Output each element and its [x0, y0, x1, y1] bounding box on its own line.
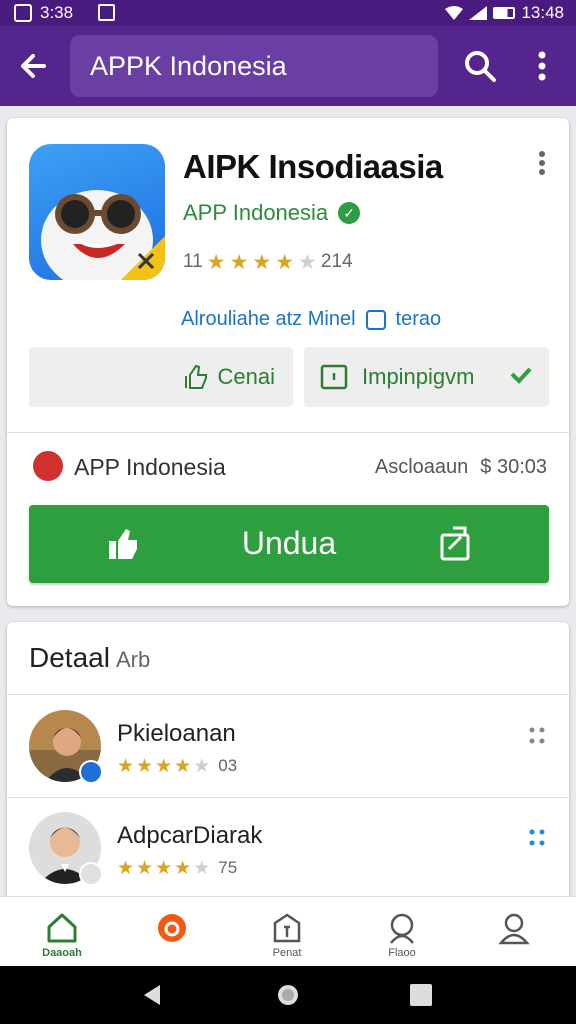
account-icon [498, 913, 530, 945]
review-count: 75 [218, 858, 238, 877]
review-row[interactable]: AdpcarDiarak ★ ★ ★ ★ ★ 75 [7, 798, 569, 898]
rating-count: 214 [320, 251, 353, 272]
home-icon [47, 913, 77, 943]
star-icon: ★ [206, 250, 226, 274]
status-clock: 13:48 [521, 3, 564, 22]
app-link-extra: terao [395, 308, 442, 330]
verified-icon: ✓ [338, 202, 361, 224]
download-label: Undua [241, 525, 337, 561]
publisher-name[interactable]: APP Indonesia [74, 454, 226, 481]
star-half-icon: ★ [174, 857, 192, 879]
check-icon [510, 367, 532, 384]
badge-icon [79, 862, 103, 886]
reviewer-name: AdpcarDiarak [117, 822, 263, 849]
thumb-icon [184, 364, 207, 389]
developer-row[interactable]: APP Indonesia ✓ [183, 200, 361, 226]
star-icon: ★ [275, 250, 295, 274]
publisher-meta: Ascloaaun $ 30:03 [375, 456, 547, 479]
nav-search[interactable]: Flaoo [352, 897, 452, 967]
review-rating: ★ ★ ★ ★ ★ 03 [117, 756, 237, 776]
star-empty-icon: ★ [193, 755, 211, 777]
app-link[interactable]: Alrouliahe atz Minel terao [181, 308, 441, 331]
app-rating: 11 ★ ★ ★ ★ ★ 214 [183, 251, 353, 273]
star-empty-icon: ★ [298, 250, 317, 274]
details-title-text: Detaal [29, 642, 110, 673]
star-icon: ★ [136, 857, 154, 879]
system-recents-icon[interactable] [410, 984, 432, 1006]
apps-icon [273, 913, 301, 943]
back-arrow-icon[interactable] [16, 48, 52, 84]
system-home-icon[interactable] [276, 983, 300, 1007]
search-input[interactable]: APPK Indonesia [70, 35, 438, 97]
cancel-button[interactable]: Cenai [29, 347, 293, 407]
download-button[interactable]: Undua [29, 505, 549, 583]
nav-home-label: Daaoah [42, 947, 82, 959]
install-label: Impinpigvm [362, 364, 475, 389]
badge-icon [79, 760, 103, 784]
review-row[interactable]: Pkieloanan ★ ★ ★ ★ ★ 03 [7, 696, 569, 796]
divider [7, 694, 569, 695]
games-icon [158, 914, 186, 942]
app-card: AIPK Insodiaasia APP Indonesia ✓ 11 ★ ★ … [7, 118, 569, 606]
search-person-icon [390, 913, 414, 944]
share-box-icon [440, 526, 470, 561]
status-right: 13:48 [445, 3, 564, 23]
star-icon: ★ [136, 755, 154, 777]
status-time: 3:38 [40, 3, 74, 22]
star-icon: ★ [155, 755, 173, 777]
app-link-text: Alrouliahe atz Minel [181, 308, 356, 330]
search-query: APPK Indonesia [90, 51, 287, 81]
details-title: Detaal Arb [29, 642, 150, 674]
star-empty-icon: ★ [193, 857, 211, 879]
developer-name: APP Indonesia [183, 200, 329, 225]
reviewer-name: Pkieloanan [117, 720, 236, 747]
nav-search-label: Flaoo [388, 947, 416, 959]
wifi-icon [445, 6, 464, 20]
details-subtitle: Arb [115, 647, 151, 672]
details-card: Detaal Arb Pkieloanan ★ ★ ★ ★ ★ 03 Adpca… [7, 622, 569, 922]
app-title: AIPK Insodiaasia [183, 148, 443, 185]
more-vert-icon[interactable] [528, 48, 556, 84]
star-icon: ★ [252, 250, 272, 274]
review-rating: ★ ★ ★ ★ ★ 75 [117, 858, 237, 878]
install-icon [320, 364, 348, 390]
nav-home[interactable]: Daaoah [12, 897, 112, 967]
battery-icon [493, 7, 516, 19]
app-icon[interactable] [29, 144, 165, 280]
system-back-icon[interactable] [140, 983, 164, 1007]
nav-apps[interactable]: Penat [237, 897, 337, 967]
nav-games[interactable] [122, 897, 222, 967]
star-icon: ★ [229, 250, 249, 274]
install-button[interactable]: Impinpigvm [304, 347, 549, 407]
bottom-navigation: Daaoah Penat Flaoo [0, 896, 576, 966]
system-navigation [0, 966, 576, 1024]
rating-prefix: 11 [183, 251, 203, 272]
status-bar: 3:38 13:48 [0, 0, 576, 26]
search-icon[interactable] [462, 48, 498, 84]
star-icon: ★ [117, 755, 135, 777]
screenshot-icon [14, 4, 32, 22]
price: $ 30:03 [480, 456, 547, 478]
more-vert-icon[interactable] [533, 150, 551, 176]
window-icon [365, 309, 386, 330]
cancel-label: Cenai [217, 364, 275, 389]
signal-icon [469, 6, 488, 20]
nav-apps-label: Penat [272, 947, 302, 959]
app-bar: APPK Indonesia [0, 26, 576, 106]
star-icon: ★ [155, 857, 173, 879]
nav-account[interactable] [464, 897, 564, 967]
star-icon: ★ [117, 857, 135, 879]
drag-handle-icon[interactable] [525, 826, 549, 850]
divider [7, 432, 569, 433]
mascot-icon [41, 190, 165, 280]
drag-handle-icon[interactable] [525, 724, 549, 748]
notification-icon [98, 4, 115, 21]
publisher-meta-label: Ascloaaun [374, 456, 469, 478]
review-count: 03 [218, 756, 238, 775]
star-half-icon: ★ [174, 755, 192, 777]
publisher-logo-icon [33, 451, 63, 481]
